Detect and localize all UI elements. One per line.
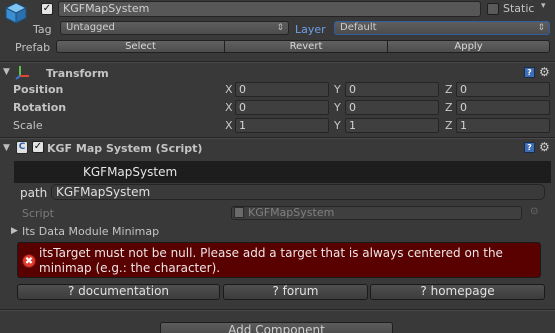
x-axis-label: X: [225, 119, 233, 132]
position-z-field[interactable]: 0: [456, 82, 550, 97]
scale-y-field[interactable]: 1: [345, 118, 439, 133]
x-axis-label: X: [225, 83, 233, 96]
add-component-button[interactable]: Add Component: [160, 322, 393, 333]
dropdown-arrows-icon: ⇕: [537, 23, 545, 33]
script-label: Script: [22, 207, 54, 220]
divider: [0, 310, 555, 311]
gameobject-name-field[interactable]: KGFMapSystem: [58, 1, 481, 17]
x-axis-label: X: [225, 101, 233, 114]
tag-dropdown[interactable]: Untagged ⇕: [60, 21, 289, 35]
static-label: Static: [503, 2, 535, 15]
panel-title: KGFMapSystem: [83, 165, 178, 179]
scale-label: Scale: [13, 119, 43, 132]
module-foldout-arrow-icon[interactable]: ▶: [11, 226, 18, 236]
dropdown-arrows-icon: ⇕: [276, 23, 284, 33]
divider: [0, 62, 555, 63]
component-foldout-arrow-icon[interactable]: ▼: [3, 143, 10, 153]
component-enabled-checkbox[interactable]: ✓: [32, 141, 44, 153]
active-checkbox[interactable]: ✓: [41, 3, 53, 15]
position-x-field[interactable]: 0: [235, 82, 329, 97]
tag-dropdown-value: Untagged: [66, 22, 115, 33]
divider: [0, 138, 555, 139]
documentation-button[interactable]: ? documentation: [17, 284, 220, 300]
error-icon: ✖: [22, 254, 36, 268]
path-field[interactable]: KGFMapSystem: [51, 184, 545, 200]
script-field: KGFMapSystem: [231, 206, 522, 220]
z-axis-label: Z: [445, 83, 453, 96]
gear-icon[interactable]: ⚙: [539, 141, 550, 153]
transform-foldout-arrow-icon[interactable]: ▼: [3, 67, 10, 77]
object-picker-icon: ⊙: [530, 206, 539, 217]
module-foldout-label[interactable]: Its Data Module Minimap: [22, 225, 159, 238]
tag-label: Tag: [33, 23, 52, 36]
transform-title: Transform: [46, 67, 109, 80]
script-file-icon: [234, 207, 244, 218]
z-axis-label: Z: [445, 101, 453, 114]
static-checkbox[interactable]: [487, 3, 499, 15]
y-axis-label: Y: [334, 101, 341, 114]
position-y-field[interactable]: 0: [345, 82, 439, 97]
layer-label: Layer: [295, 23, 326, 36]
rotation-label: Rotation: [13, 101, 67, 114]
transform-axes-icon: [14, 64, 32, 83]
static-dropdown-arrow-icon[interactable]: ▾: [541, 1, 546, 11]
help-icon[interactable]: ?: [524, 67, 535, 78]
layer-dropdown-value: Default: [340, 22, 377, 33]
y-axis-label: Y: [334, 83, 341, 96]
scale-z-field[interactable]: 1: [456, 118, 550, 133]
gear-icon[interactable]: ⚙: [539, 66, 550, 78]
prefab-label: Prefab: [15, 41, 51, 54]
position-label: Position: [13, 83, 64, 96]
script-icon: C: [16, 141, 28, 154]
path-label: path: [20, 186, 48, 200]
help-icon[interactable]: ?: [524, 142, 535, 153]
z-axis-label: Z: [445, 119, 453, 132]
scale-x-field[interactable]: 1: [235, 118, 329, 133]
prefab-revert-button[interactable]: Revert: [224, 40, 388, 53]
rotation-z-field[interactable]: 0: [456, 100, 550, 115]
prefab-select-button[interactable]: Select: [56, 40, 225, 53]
y-axis-label: Y: [334, 119, 341, 132]
layer-dropdown[interactable]: Default ⇕: [334, 21, 550, 35]
script-file-value: KGFMapSystem: [248, 206, 335, 219]
homepage-button[interactable]: ? homepage: [370, 284, 545, 300]
prefab-apply-button[interactable]: Apply: [387, 40, 550, 53]
rotation-y-field[interactable]: 0: [345, 100, 439, 115]
gameobject-cube-icon: [3, 1, 29, 25]
component-title: KGF Map System (Script): [47, 142, 203, 155]
rotation-x-field[interactable]: 0: [235, 100, 329, 115]
forum-button[interactable]: ? forum: [223, 284, 368, 300]
error-message-text: itsTarget must not be null. Please add a…: [39, 246, 503, 275]
